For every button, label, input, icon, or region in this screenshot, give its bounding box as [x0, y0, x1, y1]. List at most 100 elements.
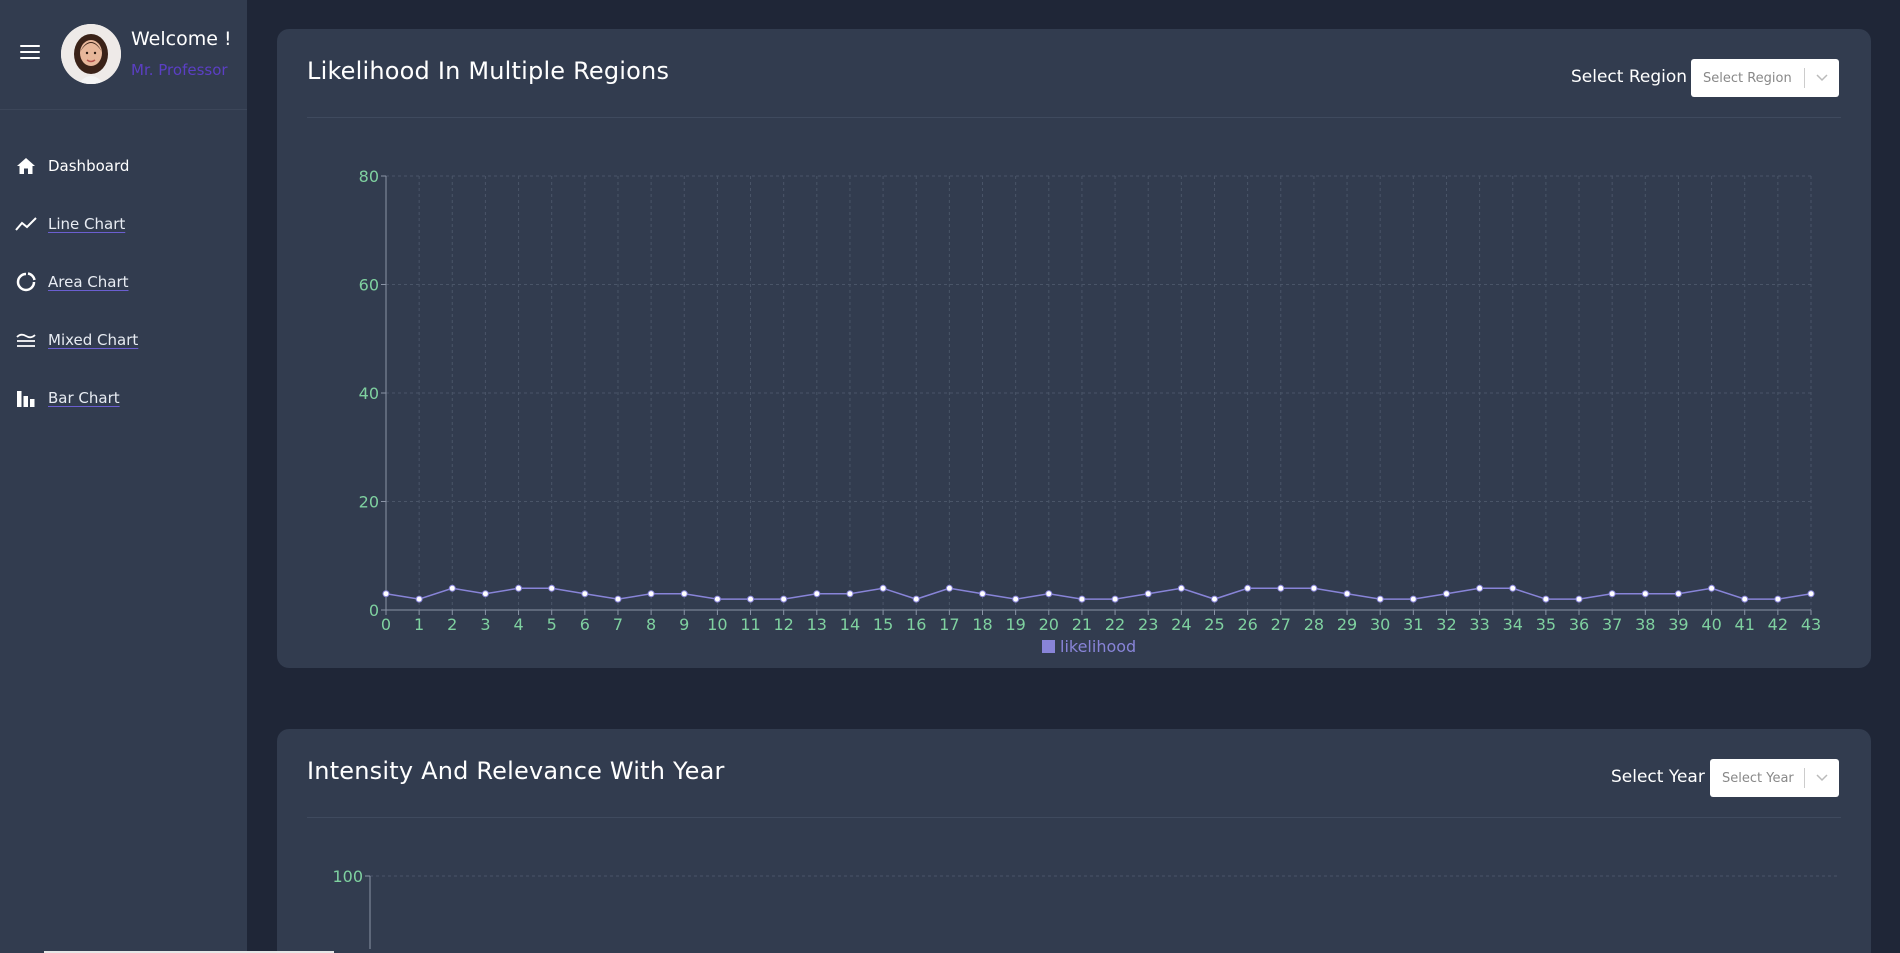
x-tick-label: 34	[1503, 615, 1523, 634]
data-point	[1177, 584, 1185, 592]
avatar	[61, 24, 121, 84]
y-tick-label: 80	[359, 167, 379, 186]
x-tick-label: 39	[1668, 615, 1688, 634]
series-line	[385, 587, 1812, 600]
user-name: Mr. Professor	[131, 61, 228, 79]
sidebar-item-label: Line Chart	[48, 215, 126, 233]
sidebar: Welcome ! Mr. Professor Dashboard Line C…	[0, 0, 247, 953]
x-tick-label: 30	[1370, 615, 1390, 634]
data-point	[912, 595, 920, 603]
legend-label: likelihood	[1060, 637, 1136, 656]
sidebar-item-line-chart[interactable]: Line Chart	[0, 195, 247, 253]
y-tick-label: 40	[359, 384, 379, 403]
x-tick-label: 5	[547, 615, 557, 634]
data-point	[1343, 590, 1351, 598]
data-point	[945, 584, 953, 592]
y-tick-label: 60	[359, 276, 379, 295]
card-title: Intensity And Relevance With Year	[307, 757, 725, 785]
x-tick-label: 18	[972, 615, 992, 634]
sidebar-item-bar-chart[interactable]: Bar Chart	[0, 369, 247, 427]
data-point	[1575, 595, 1583, 603]
select-year-label: Select Year	[1611, 767, 1705, 787]
sidebar-nav: Dashboard Line Chart Area Chart Mixed Ch…	[0, 137, 247, 427]
intensity-bar-chart: 100	[332, 867, 1837, 949]
select-region-dropdown[interactable]: Select Region	[1691, 59, 1839, 97]
bar-chart-icon	[15, 387, 37, 409]
x-tick-label: 27	[1271, 615, 1291, 634]
x-tick-label: 33	[1469, 615, 1489, 634]
data-point	[515, 584, 523, 592]
data-point	[1012, 595, 1020, 603]
x-tick-label: 26	[1237, 615, 1257, 634]
sidebar-item-area-chart[interactable]: Area Chart	[0, 253, 247, 311]
sidebar-item-label: Mixed Chart	[48, 331, 139, 349]
data-point	[780, 595, 788, 603]
x-tick-label: 1	[414, 615, 424, 634]
data-point	[1078, 595, 1086, 603]
sidebar-item-dashboard[interactable]: Dashboard	[0, 137, 247, 195]
x-tick-label: 22	[1105, 615, 1125, 634]
x-tick-label: 31	[1403, 615, 1423, 634]
data-point	[1277, 584, 1285, 592]
data-point	[382, 590, 390, 598]
sidebar-header: Welcome ! Mr. Professor	[0, 0, 247, 110]
x-tick-label: 21	[1072, 615, 1092, 634]
data-point	[680, 590, 688, 598]
x-tick-label: 25	[1204, 615, 1224, 634]
intensity-card: Intensity And Relevance With Year Select…	[277, 729, 1871, 953]
menu-toggle-icon[interactable]	[20, 45, 40, 59]
data-point	[813, 590, 821, 598]
x-tick-label: 4	[513, 615, 523, 634]
select-year-placeholder: Select Year	[1722, 770, 1794, 786]
data-point	[1144, 590, 1152, 598]
chevron-down-icon	[1805, 74, 1839, 82]
mixed-chart-icon	[15, 329, 37, 351]
legend-swatch	[1042, 640, 1055, 653]
x-tick-label: 20	[1039, 615, 1059, 634]
select-year-dropdown[interactable]: Select Year	[1710, 759, 1839, 797]
home-icon	[15, 155, 37, 177]
x-tick-label: 19	[1005, 615, 1025, 634]
data-point	[1111, 595, 1119, 603]
x-tick-label: 23	[1138, 615, 1158, 634]
area-chart-icon	[15, 271, 37, 293]
sidebar-item-label: Area Chart	[48, 273, 129, 291]
x-tick-label: 14	[840, 615, 860, 634]
data-point	[1310, 584, 1318, 592]
x-tick-label: 35	[1536, 615, 1556, 634]
data-point	[1708, 584, 1716, 592]
likelihood-line-chart: 0204060800 1 2 3 4 5 6 7 8 9 10 11 12 13 14 15 16 17 18 19 2…	[359, 167, 1822, 656]
data-point	[1376, 595, 1384, 603]
x-tick-label: 40	[1701, 615, 1721, 634]
x-tick-label: 10	[707, 615, 727, 634]
x-tick-label: 16	[906, 615, 926, 634]
welcome-text: Welcome !	[131, 28, 232, 50]
data-point	[1509, 584, 1517, 592]
data-point	[1045, 590, 1053, 598]
select-region-label: Select Region	[1571, 67, 1688, 87]
line-chart-icon	[15, 213, 37, 235]
x-tick-label: 7	[613, 615, 623, 634]
data-point	[1210, 595, 1218, 603]
x-tick-label: 15	[873, 615, 893, 634]
sidebar-item-mixed-chart[interactable]: Mixed Chart	[0, 311, 247, 369]
sidebar-item-label: Dashboard	[48, 157, 130, 175]
select-region-placeholder: Select Region	[1703, 70, 1792, 86]
data-point	[747, 595, 755, 603]
card-title: Likelihood In Multiple Regions	[307, 57, 670, 85]
data-point	[448, 584, 456, 592]
data-point	[1542, 595, 1550, 603]
data-point	[1409, 595, 1417, 603]
data-point	[1741, 595, 1749, 603]
data-point	[647, 590, 655, 598]
data-point	[1774, 595, 1782, 603]
likelihood-card: Likelihood In Multiple Regions Select Re…	[277, 29, 1871, 668]
data-point	[614, 595, 622, 603]
x-tick-label: 0	[381, 615, 391, 634]
x-tick-label: 38	[1635, 615, 1655, 634]
x-tick-label: 6	[580, 615, 590, 634]
x-tick-label: 43	[1801, 615, 1821, 634]
x-tick-label: 29	[1337, 615, 1357, 634]
data-point	[1244, 584, 1252, 592]
data-point	[713, 595, 721, 603]
